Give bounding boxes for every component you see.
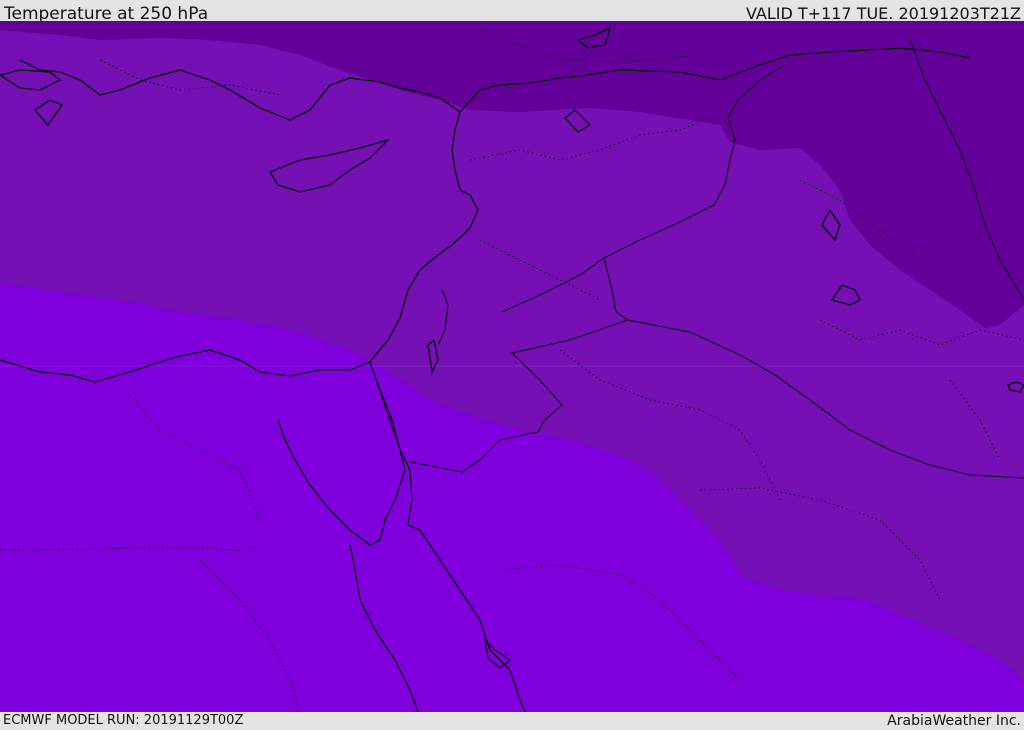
header-bar: Temperature at 250 hPa VALID T+117 TUE. … [0,0,1024,24]
footer-bar: ECMWF MODEL RUN: 20191129T00Z ArabiaWeat… [0,712,1024,729]
weather-map[interactable] [0,21,1024,712]
credit-label: ArabiaWeather Inc. [887,713,1021,729]
model-run: ECMWF MODEL RUN: 20191129T00Z [3,713,244,728]
map-canvas [0,21,1024,712]
